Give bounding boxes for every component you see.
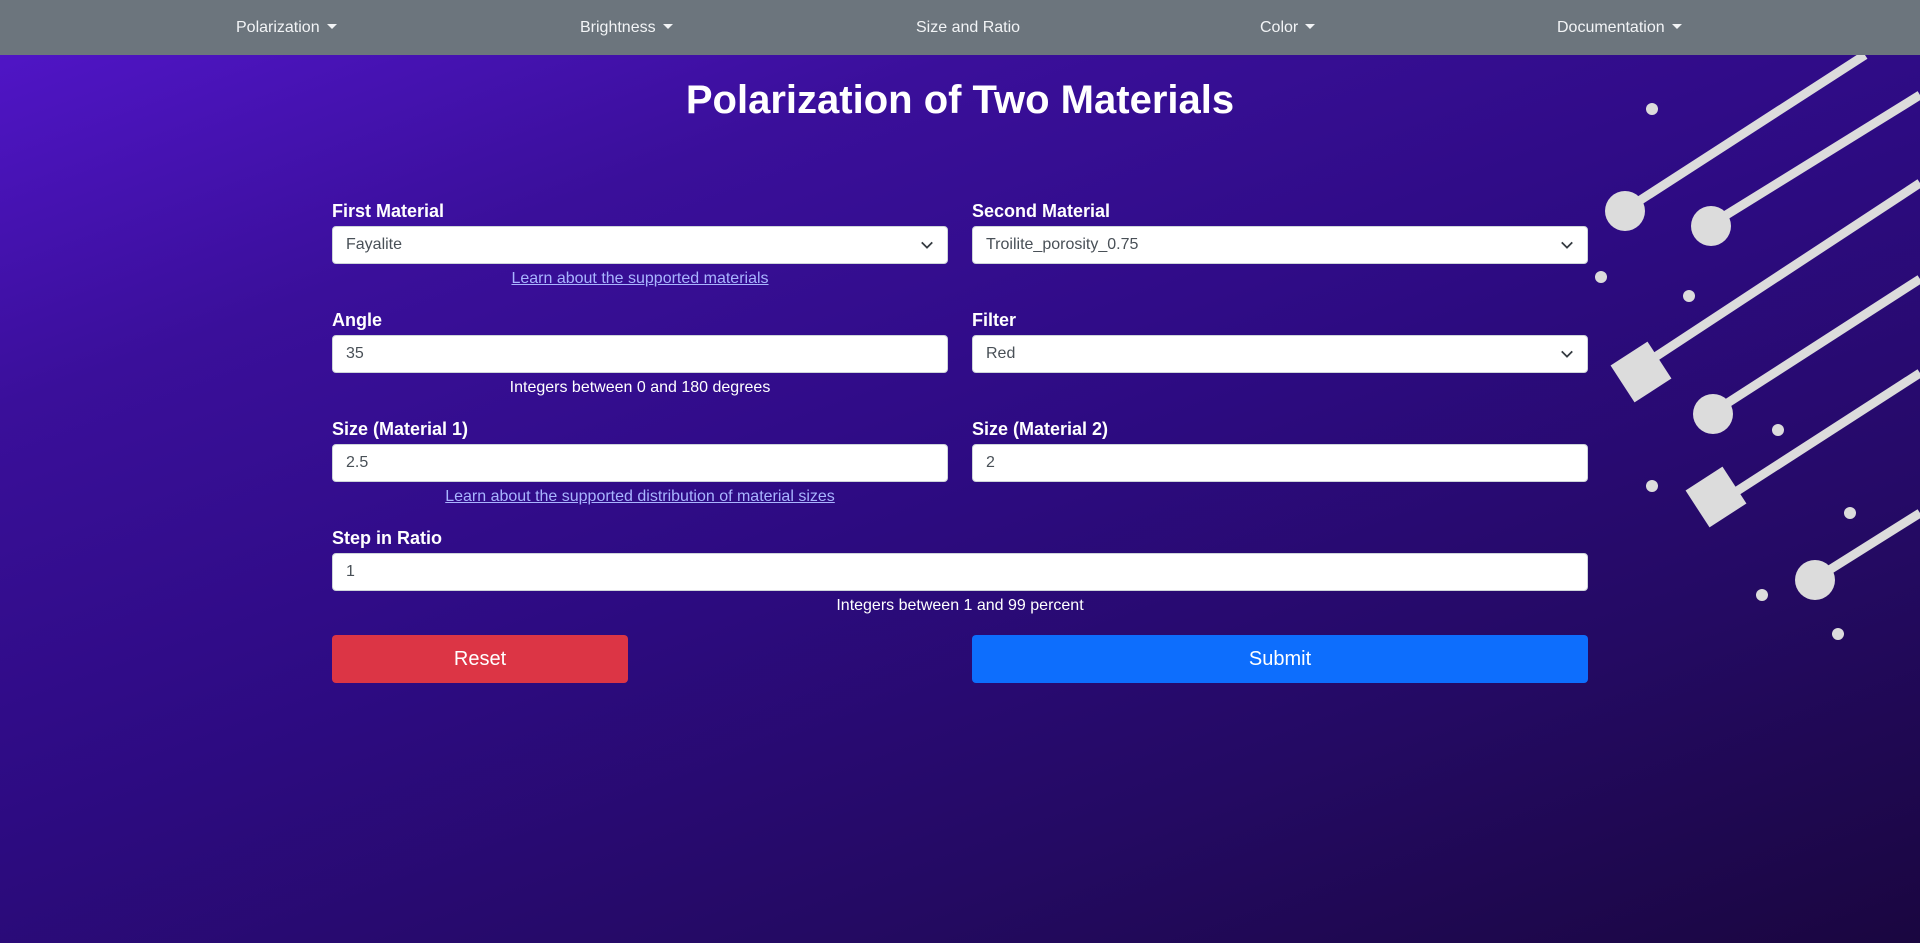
chevron-down-icon bbox=[1561, 350, 1573, 358]
nav-documentation-label: Documentation bbox=[1557, 18, 1665, 36]
nav-color-dropdown[interactable]: Color bbox=[1260, 0, 1316, 55]
second-material-select[interactable]: Troilite_porosity_0.75 bbox=[972, 226, 1588, 264]
step-in-ratio-label: Step in Ratio bbox=[332, 528, 443, 548]
nav-brightness-dropdown[interactable]: Brightness bbox=[580, 0, 673, 55]
caret-down-icon bbox=[662, 24, 673, 29]
nav-color-label: Color bbox=[1260, 18, 1299, 36]
chevron-down-icon bbox=[1561, 241, 1573, 249]
caret-down-icon bbox=[1671, 24, 1682, 29]
first-material-label: First Material bbox=[332, 201, 445, 221]
step-help-text: Integers between 1 and 99 percent bbox=[836, 597, 1084, 614]
chevron-down-icon bbox=[921, 241, 933, 249]
angle-value: 35 bbox=[346, 345, 364, 362]
filter-value: Red bbox=[986, 345, 1016, 362]
angle-input[interactable]: 35 bbox=[332, 335, 948, 373]
sizes-help: Learn about the supported distribution o… bbox=[332, 488, 948, 506]
size-material-2-input[interactable]: 2 bbox=[972, 444, 1588, 482]
caret-down-icon bbox=[1305, 24, 1316, 29]
size-material-1-value: 2.5 bbox=[346, 454, 369, 471]
first-material-value: Fayalite bbox=[346, 236, 403, 253]
angle-label: Angle bbox=[332, 310, 383, 330]
top-navbar: Polarization Brightness Size and Ratio C… bbox=[0, 0, 1920, 55]
step-in-ratio-value: 1 bbox=[346, 563, 355, 580]
decorative-circuit-graphic bbox=[1595, 55, 1920, 640]
submit-button[interactable]: Submit bbox=[972, 635, 1588, 683]
first-material-select[interactable]: Fayalite bbox=[332, 226, 948, 264]
second-material-value: Troilite_porosity_0.75 bbox=[986, 236, 1139, 253]
page-title: Polarization of Two Materials bbox=[685, 78, 1235, 122]
nav-documentation-dropdown[interactable]: Documentation bbox=[1557, 0, 1682, 55]
nav-brightness-label: Brightness bbox=[580, 18, 656, 36]
second-material-label: Second Material bbox=[972, 201, 1111, 221]
filter-select[interactable]: Red bbox=[972, 335, 1588, 373]
size-material-2-value: 2 bbox=[986, 454, 995, 471]
size-material-1-label: Size (Material 1) bbox=[332, 419, 469, 439]
step-in-ratio-input[interactable]: 1 bbox=[332, 553, 1588, 591]
size-material-2-label: Size (Material 2) bbox=[972, 419, 1109, 439]
angle-help-text: Integers between 0 and 180 degrees bbox=[509, 379, 771, 396]
nav-polarization-dropdown[interactable]: Polarization bbox=[236, 0, 337, 55]
supported-materials-link[interactable]: Learn about the supported materials bbox=[511, 270, 768, 287]
nav-polarization-label: Polarization bbox=[236, 18, 320, 36]
materials-help: Learn about the supported materials bbox=[332, 270, 948, 288]
caret-down-icon bbox=[326, 24, 337, 29]
supported-sizes-link[interactable]: Learn about the supported distribution o… bbox=[445, 488, 835, 505]
nav-size-and-ratio-link[interactable]: Size and Ratio bbox=[916, 0, 1020, 55]
reset-button[interactable]: Reset bbox=[332, 635, 628, 683]
nav-size-and-ratio-label: Size and Ratio bbox=[916, 18, 1021, 36]
size-material-1-input[interactable]: 2.5 bbox=[332, 444, 948, 482]
filter-label: Filter bbox=[972, 310, 1017, 330]
